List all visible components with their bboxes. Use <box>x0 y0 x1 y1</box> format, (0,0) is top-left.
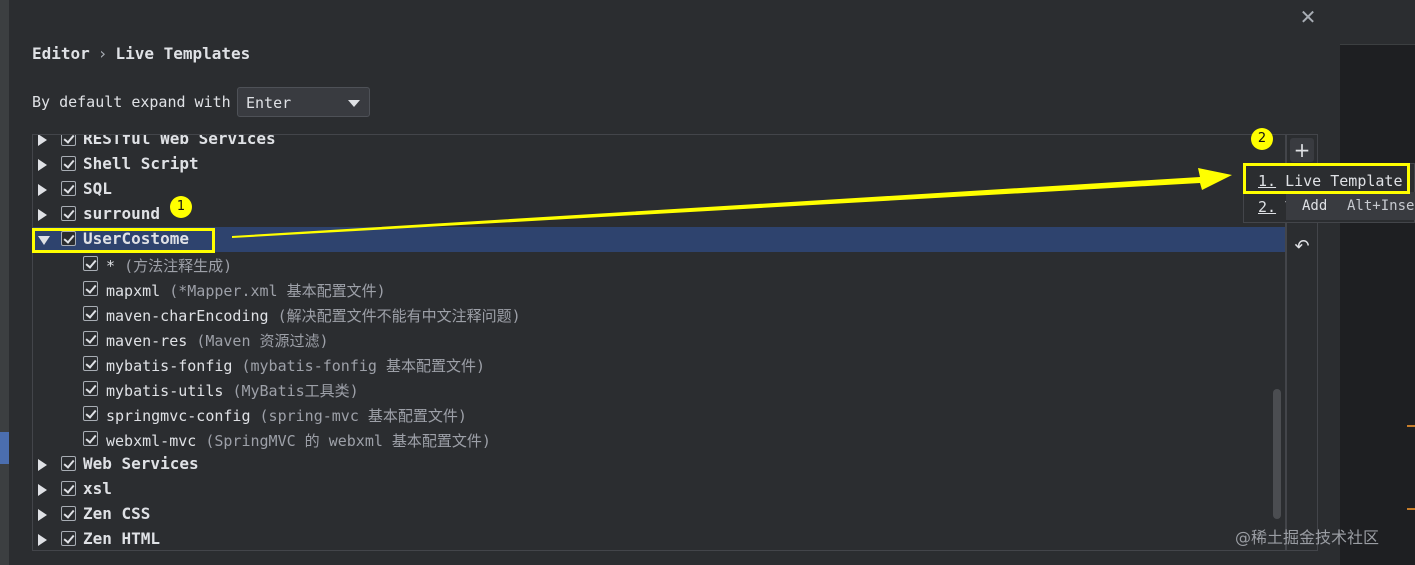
arrow-shape <box>232 168 1232 238</box>
annotation-badge-2: 2 <box>1251 128 1273 150</box>
annotation-badge-1: 1 <box>170 196 192 218</box>
watermark: @稀土掘金技术社区 <box>1235 528 1380 547</box>
annotation-arrow <box>232 168 1232 238</box>
